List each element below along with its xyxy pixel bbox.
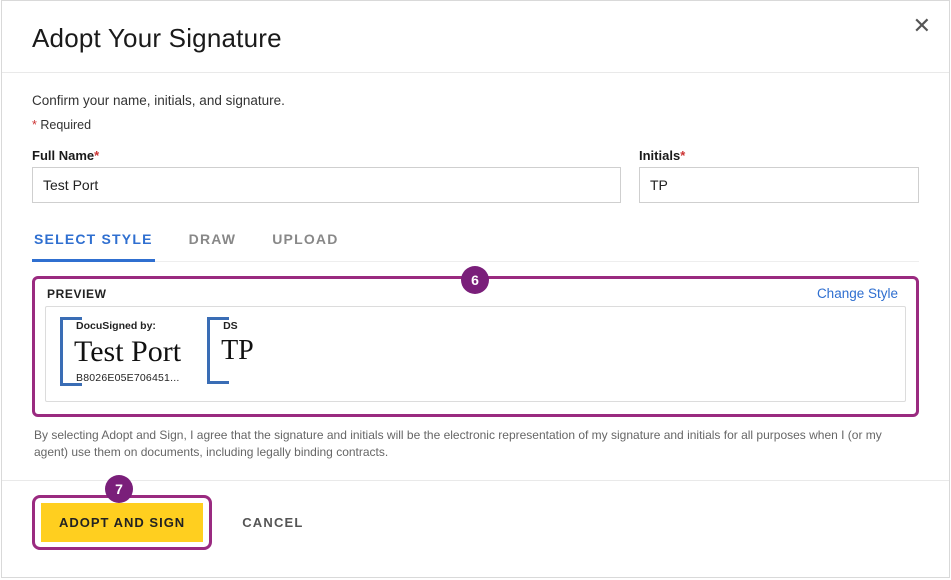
initials-script: TP bbox=[221, 337, 254, 365]
tab-upload[interactable]: UPLOAD bbox=[270, 223, 340, 261]
adopt-signature-modal: Adopt Your Signature ✕ Confirm your name… bbox=[1, 0, 950, 578]
initials-label: Initials* bbox=[639, 148, 919, 163]
signature-tag: DocuSigned by: bbox=[76, 321, 181, 332]
callout-badge-7: 7 bbox=[105, 475, 133, 503]
required-note: * Required bbox=[32, 118, 919, 132]
initials-field: Initials* bbox=[639, 148, 919, 203]
close-button[interactable]: ✕ bbox=[909, 11, 935, 41]
bracket-icon bbox=[207, 317, 210, 384]
initials-hash-spacer bbox=[223, 370, 254, 382]
signature-frame: DocuSigned by: Test Port B8026E05E706451… bbox=[60, 317, 187, 386]
name-initials-row: Full Name* Initials* bbox=[32, 148, 919, 203]
modal-header: Adopt Your Signature ✕ bbox=[2, 1, 949, 73]
adopt-button-highlight: ADOPT AND SIGN bbox=[32, 495, 212, 550]
initials-preview: DS TP bbox=[207, 317, 260, 384]
modal-title: Adopt Your Signature bbox=[32, 23, 919, 54]
signature-script: Test Port bbox=[74, 337, 181, 367]
initials-input[interactable] bbox=[639, 167, 919, 203]
bracket-icon bbox=[60, 317, 63, 386]
bracket-icon bbox=[207, 381, 229, 384]
required-asterisk-icon: * bbox=[680, 148, 685, 163]
callout-badge-6: 6 bbox=[461, 266, 489, 294]
tab-draw[interactable]: DRAW bbox=[187, 223, 239, 261]
preview-label: PREVIEW bbox=[47, 287, 107, 301]
bracket-icon bbox=[207, 317, 229, 320]
tab-select-style[interactable]: SELECT STYLE bbox=[32, 223, 155, 261]
required-note-text: Required bbox=[37, 118, 91, 132]
close-icon: ✕ bbox=[913, 13, 931, 38]
bracket-icon bbox=[60, 317, 82, 320]
preview-box: DocuSigned by: Test Port B8026E05E706451… bbox=[45, 306, 906, 402]
bracket-icon bbox=[60, 383, 82, 386]
style-tabs: SELECT STYLE DRAW UPLOAD bbox=[32, 223, 919, 262]
initials-frame: DS TP bbox=[207, 317, 260, 384]
cancel-button[interactable]: CANCEL bbox=[236, 514, 309, 531]
change-style-link[interactable]: Change Style bbox=[811, 285, 904, 302]
full-name-field: Full Name* bbox=[32, 148, 621, 203]
disclaimer-text: By selecting Adopt and Sign, I agree tha… bbox=[34, 427, 917, 462]
modal-footer: ADOPT AND SIGN CANCEL bbox=[2, 480, 949, 568]
signature-preview: DocuSigned by: Test Port B8026E05E706451… bbox=[60, 317, 187, 386]
required-asterisk-icon: * bbox=[94, 148, 99, 163]
full-name-label: Full Name* bbox=[32, 148, 621, 163]
preview-section-highlight: PREVIEW Change Style DocuSigned by: Test… bbox=[32, 276, 919, 417]
adopt-and-sign-button[interactable]: ADOPT AND SIGN bbox=[41, 503, 203, 542]
initials-tag: DS bbox=[223, 321, 254, 332]
full-name-input[interactable] bbox=[32, 167, 621, 203]
instruction-text: Confirm your name, initials, and signatu… bbox=[32, 93, 919, 108]
signature-hash: B8026E05E706451... bbox=[76, 372, 181, 384]
